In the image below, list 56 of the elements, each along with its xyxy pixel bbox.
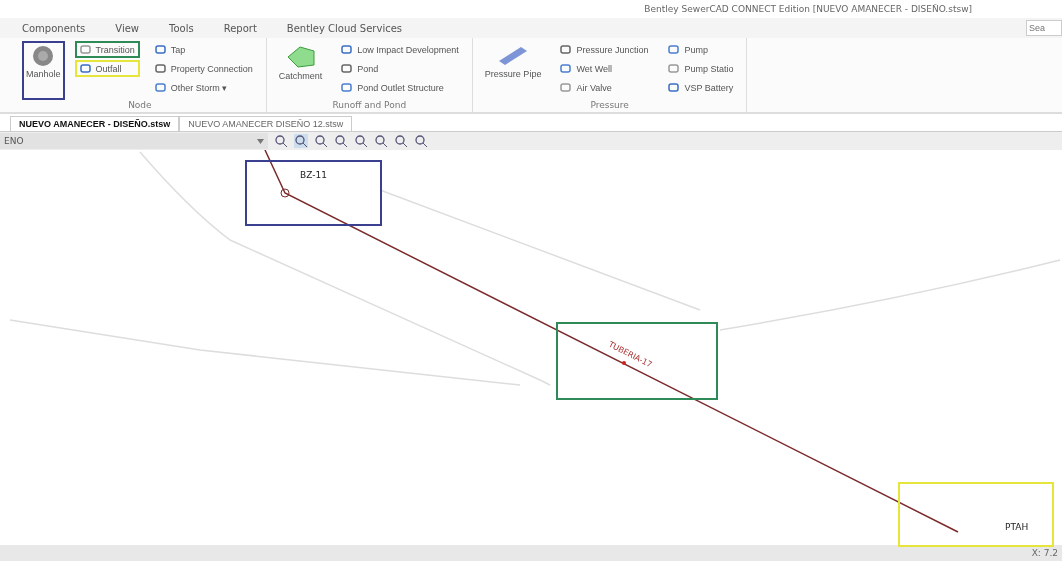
ribbon-button[interactable]: Pump <box>663 41 739 58</box>
document-tab[interactable]: NUEVO AMANECER - DISEÑO.stsw <box>10 116 180 131</box>
ribbon-button[interactable]: Catchment <box>274 41 327 100</box>
element-icon <box>560 44 572 55</box>
ribbon-button[interactable]: Pressure Pipe <box>480 41 546 100</box>
tool-icon[interactable] <box>294 134 308 148</box>
caret-icon <box>257 138 264 144</box>
element-icon <box>668 82 680 93</box>
element-icon <box>668 63 680 74</box>
element-icon <box>79 44 91 55</box>
ribbon-button[interactable]: Transition <box>74 41 140 58</box>
tool-icon[interactable] <box>414 134 428 148</box>
ribbon-button[interactable]: Pressure Junction <box>555 41 654 58</box>
ribbon-button[interactable]: Wet Well <box>555 60 654 77</box>
ribbon-button[interactable]: Low Impact Development <box>336 41 464 58</box>
ribbon-button[interactable]: Manhole <box>22 41 65 100</box>
document-tab[interactable]: NUEVO AMANECER DISEÑO 12.stsw <box>179 116 353 131</box>
group-title: Runoff and Pond <box>331 100 408 112</box>
ribbon-button[interactable]: Other Storm ▾ <box>149 79 258 96</box>
element-icon <box>154 63 166 74</box>
tool-icon[interactable] <box>354 134 368 148</box>
search-field[interactable]: Sea <box>1026 20 1062 36</box>
tool-icon[interactable] <box>274 134 288 148</box>
menu-item[interactable]: Tools <box>169 22 194 34</box>
menu-item[interactable]: Components <box>22 22 86 34</box>
element-icon <box>341 44 353 55</box>
menu-item[interactable]: Report <box>223 22 257 34</box>
menu-item[interactable]: View <box>115 22 139 34</box>
ribbon-button[interactable]: Pond Outlet Structure <box>336 79 464 96</box>
element-icon <box>154 82 166 93</box>
scenario-dropdown[interactable]: ENO <box>0 133 268 149</box>
element-icon <box>154 44 166 55</box>
outfall-label: PTAH <box>1005 522 1029 532</box>
group-title: Pressure <box>589 100 630 112</box>
menu-item[interactable]: Bentley Cloud Services <box>286 22 403 34</box>
window-title: Bentley SewerCAD CONNECT Edition [NUEVO AMANECER - DISEÑO.stsw] <box>644 4 972 14</box>
element-icon <box>560 82 572 93</box>
tool-icon[interactable] <box>314 134 328 148</box>
tool-icon[interactable] <box>374 134 388 148</box>
tool-icon[interactable] <box>394 134 408 148</box>
ribbon-button[interactable]: Air Valve <box>555 79 654 96</box>
coordinates-text: X: 7.2 <box>1031 548 1058 558</box>
ribbon-button[interactable]: Property Connection <box>149 60 258 77</box>
node-label: BZ-11 <box>300 170 327 180</box>
element-icon <box>79 63 91 74</box>
group-title: Node <box>127 100 153 112</box>
element-icon <box>341 82 353 93</box>
ribbon-button[interactable]: Tap <box>149 41 258 58</box>
ribbon-button[interactable]: Pond <box>336 60 464 77</box>
element-icon <box>560 63 572 74</box>
tool-icon[interactable] <box>334 134 348 148</box>
element-icon <box>668 44 680 55</box>
element-icon <box>341 63 353 74</box>
ribbon-button[interactable]: Outfall <box>74 60 140 77</box>
ribbon-button[interactable]: VSP Battery <box>663 79 739 96</box>
ribbon-button[interactable]: Pump Statio <box>663 60 739 77</box>
